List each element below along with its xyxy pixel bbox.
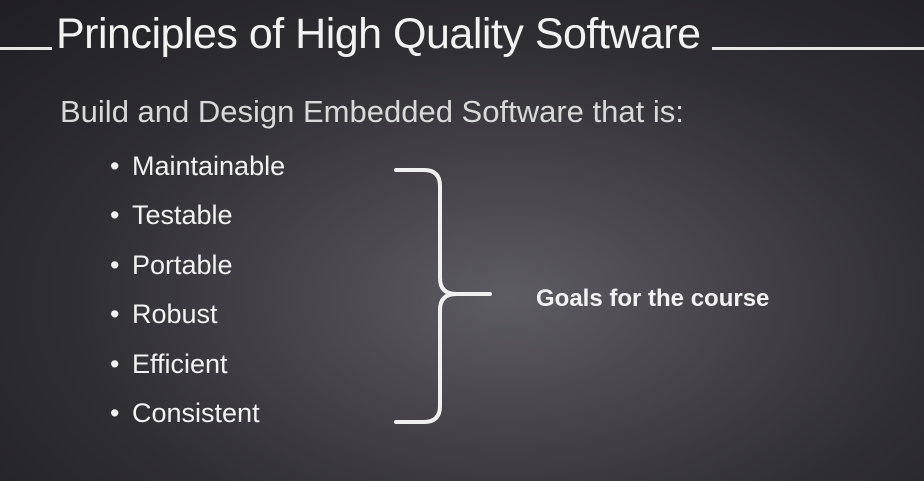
bullet-dot: • [110,200,120,231]
right-curly-brace-icon [394,168,492,424]
bullet-item-maintainable: • Maintainable [110,144,285,193]
title-rule-right [712,47,924,50]
bullet-dot: • [110,299,120,330]
bullet-list: • Maintainable • Testable • Portable • Robus… [110,144,285,440]
slide-subtitle: Build and Design Embedded Software that … [60,94,684,129]
bullet-item-portable: • Portable [110,243,285,292]
bullet-dot: • [110,348,120,379]
bullet-label: Consistent [132,397,260,428]
bullet-item-robust: • Robust [110,292,285,341]
bullet-dot: • [110,249,120,280]
bullet-label: Portable [132,249,233,280]
bullet-label: Robust [132,299,218,330]
bullet-item-consistent: • Consistent [110,391,285,440]
bullet-dot: • [110,151,120,181]
title-rule-left [0,47,52,50]
goals-annotation: Goals for the course [536,285,770,312]
bullet-item-efficient: • Efficient [110,342,285,391]
bullet-label: Maintainable [132,151,286,181]
bullet-item-testable: • Testable [110,193,285,242]
slide: Principles of High Quality Software Buil… [0,0,924,481]
bullet-dot: • [110,397,120,428]
slide-title: Principles of High Quality Software [56,10,701,58]
bullet-label: Efficient [132,348,228,379]
bullet-label: Testable [132,200,233,231]
